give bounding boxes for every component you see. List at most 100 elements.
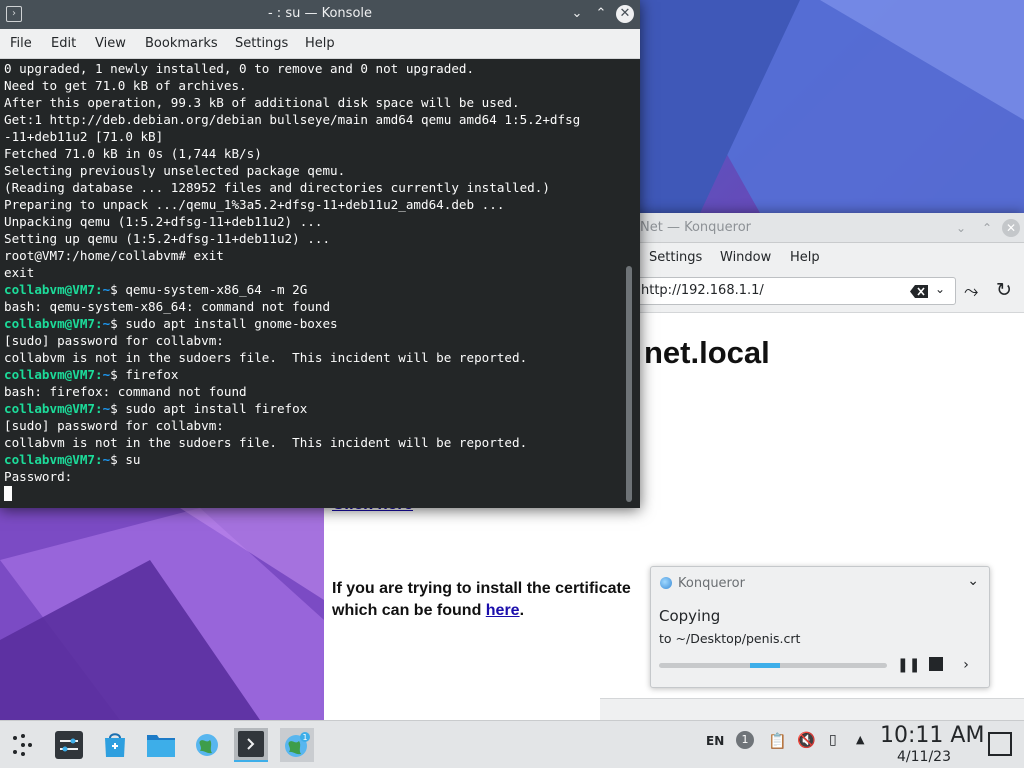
minimize-icon[interactable]: ⌄: [568, 5, 586, 23]
terminal-line: collabvm@VM7:~$ sudo apt install gnome-b…: [4, 315, 624, 332]
para-text: If you are trying to install the certifi…: [332, 580, 631, 597]
terminal-line: -11+deb11u2 [71.0 kB]: [4, 128, 624, 145]
line-text: bash: qemu-system-x86_64: command not fo…: [4, 299, 331, 314]
line-text: Need to get 71.0 kB of archives.: [4, 78, 247, 93]
line-text: [sudo] password for collabvm:: [4, 418, 224, 433]
progress-fill: [750, 663, 780, 668]
chevron-down-icon[interactable]: ⌄: [952, 219, 970, 237]
terminal-line: [sudo] password for collabvm:: [4, 417, 624, 434]
menu-bookmarks[interactable]: Bookmarks: [145, 36, 218, 51]
clipboard-icon[interactable]: 📋: [768, 732, 787, 750]
line-text: root@VM7:/home/collabvm# exit: [4, 248, 224, 263]
terminal-line: root@VM7:/home/collabvm# exit: [4, 247, 624, 264]
maximize-icon[interactable]: ⌃: [978, 219, 996, 237]
terminal-output[interactable]: 0 upgraded, 1 newly installed, 0 to remo…: [4, 60, 624, 502]
line-text: Setting up qemu (1:5.2+dfsg-11+deb11u2) …: [4, 231, 331, 246]
text-cursor: [4, 486, 12, 501]
menu-window[interactable]: Window: [720, 250, 771, 265]
terminal-line: Need to get 71.0 kB of archives.: [4, 77, 624, 94]
chevron-down-icon[interactable]: ⌄: [967, 573, 979, 589]
clear-url-icon[interactable]: [910, 285, 928, 298]
terminal-line: [sudo] password for collabvm:: [4, 332, 624, 349]
close-icon[interactable]: ✕: [1002, 219, 1020, 237]
prompt-user: collabvm@VM7:: [4, 452, 103, 467]
menu-settings[interactable]: Settings: [235, 36, 288, 51]
history-dropdown-icon[interactable]: ⌄: [935, 282, 945, 296]
expand-icon[interactable]: ›: [957, 656, 975, 674]
menu-edit[interactable]: Edit: [51, 36, 76, 51]
terminal-line: 0 upgraded, 1 newly installed, 0 to remo…: [4, 60, 624, 77]
page-heading: net.local: [644, 335, 770, 370]
discover-store-icon[interactable]: [98, 728, 132, 762]
notification-subtitle: to ~/Desktop/penis.crt: [659, 631, 801, 646]
terminal-line: Setting up qemu (1:5.2+dfsg-11+deb11u2) …: [4, 230, 624, 247]
clock-time[interactable]: 10:11 AM: [880, 723, 984, 748]
menu-settings[interactable]: Settings: [649, 250, 702, 265]
konsole-window: › - : su — Konsole ⌄ ⌃ ✕ File Edit View …: [0, 0, 640, 508]
konqueror-icon: [660, 577, 672, 589]
line-text: $ su: [110, 452, 141, 467]
konqueror-titlebar[interactable]: Net — Konqueror ⌄ ⌃ ✕: [600, 213, 1024, 243]
line-text: Fetched 71.0 kB in 0s (1,744 kB/s): [4, 146, 262, 161]
menu-file[interactable]: File: [10, 36, 32, 51]
line-text: Preparing to unpack .../qemu_1%3a5.2+dfs…: [4, 197, 505, 212]
usb-device-icon[interactable]: ▯: [829, 732, 837, 748]
url-bar[interactable]: ⌄: [632, 277, 956, 305]
konqueror-statusbar: [600, 698, 1024, 720]
menu-help[interactable]: Help: [305, 36, 335, 51]
konsole-menubar: File Edit View Bookmarks Settings Help: [0, 29, 640, 59]
konsole-titlebar[interactable]: › - : su — Konsole ⌄ ⌃ ✕: [0, 0, 640, 29]
url-input[interactable]: [641, 283, 891, 298]
para-period: .: [519, 602, 525, 619]
here-link[interactable]: here: [486, 602, 520, 619]
terminal-line: collabvm@VM7:~$ qemu-system-x86_64 -m 2G: [4, 281, 624, 298]
volume-muted-icon[interactable]: 🔇: [797, 731, 816, 749]
terminal-line: Preparing to unpack .../qemu_1%3a5.2+dfs…: [4, 196, 624, 213]
line-text: Password:: [4, 469, 80, 484]
taskbar-konqueror[interactable]: 1: [280, 728, 314, 762]
line-text: Selecting previously unselected package …: [4, 163, 346, 178]
konqueror-launcher-icon[interactable]: [190, 728, 224, 762]
konqueror-toolbar: ⌄ ⤳ ↻: [600, 273, 1024, 313]
reload-icon[interactable]: ↻: [996, 279, 1012, 301]
system-settings-icon[interactable]: [52, 728, 86, 762]
keyboard-layout-indicator[interactable]: EN: [706, 734, 724, 748]
konsole-title: - : su — Konsole: [267, 6, 373, 21]
show-desktop-icon[interactable]: [988, 732, 1012, 756]
stop-icon[interactable]: [927, 656, 945, 674]
notification-heading: Copying: [659, 607, 721, 625]
terminal-line: bash: qemu-system-x86_64: command not fo…: [4, 298, 624, 315]
terminal-scrollbar[interactable]: [626, 266, 632, 502]
prompt-user: collabvm@VM7:: [4, 367, 103, 382]
terminal-line: collabvm@VM7:~$ sudo apt install firefox: [4, 400, 624, 417]
line-text: Unpacking qemu (1:5.2+dfsg-11+deb11u2) .…: [4, 214, 323, 229]
close-icon[interactable]: ✕: [616, 5, 634, 23]
terminal-line: Fetched 71.0 kB in 0s (1,744 kB/s): [4, 145, 624, 162]
copy-progress-bar: [659, 663, 887, 668]
line-text: After this operation, 99.3 kB of additio…: [4, 95, 520, 110]
line-text: [sudo] password for collabvm:: [4, 333, 224, 348]
menu-view[interactable]: View: [95, 36, 126, 51]
line-text: Get:1 http://deb.debian.org/debian bulls…: [4, 112, 581, 127]
line-text: 0 upgraded, 1 newly installed, 0 to remo…: [4, 61, 475, 76]
terminal-line: Unpacking qemu (1:5.2+dfsg-11+deb11u2) .…: [4, 213, 624, 230]
maximize-icon[interactable]: ⌃: [592, 5, 610, 23]
show-hidden-icons-icon[interactable]: ▲: [856, 733, 864, 746]
taskbar-konsole[interactable]: [234, 728, 268, 762]
line-text: collabvm is not in the sudoers file. Thi…: [4, 350, 528, 365]
terminal-line: collabvm@VM7:~$ su: [4, 451, 624, 468]
menu-help[interactable]: Help: [790, 250, 820, 265]
file-manager-icon[interactable]: [144, 728, 178, 762]
go-icon[interactable]: ⤳: [964, 281, 978, 302]
line-text: $ sudo apt install gnome-boxes: [110, 316, 338, 331]
line-text: exit: [4, 265, 35, 280]
notifications-badge[interactable]: 1: [736, 731, 754, 749]
copy-notification: Konqueror ⌄ Copying to ~/Desktop/penis.c…: [650, 566, 990, 688]
line-text: collabvm is not in the sudoers file. Thi…: [4, 435, 528, 450]
clock-date[interactable]: 4/11/23: [897, 749, 951, 765]
app-launcher-icon[interactable]: [6, 728, 40, 762]
terminal-line: (Reading database ... 128952 files and d…: [4, 179, 624, 196]
pause-icon[interactable]: ❚❚: [897, 656, 920, 674]
terminal-line: Selecting previously unselected package …: [4, 162, 624, 179]
terminal-line: After this operation, 99.3 kB of additio…: [4, 94, 624, 111]
